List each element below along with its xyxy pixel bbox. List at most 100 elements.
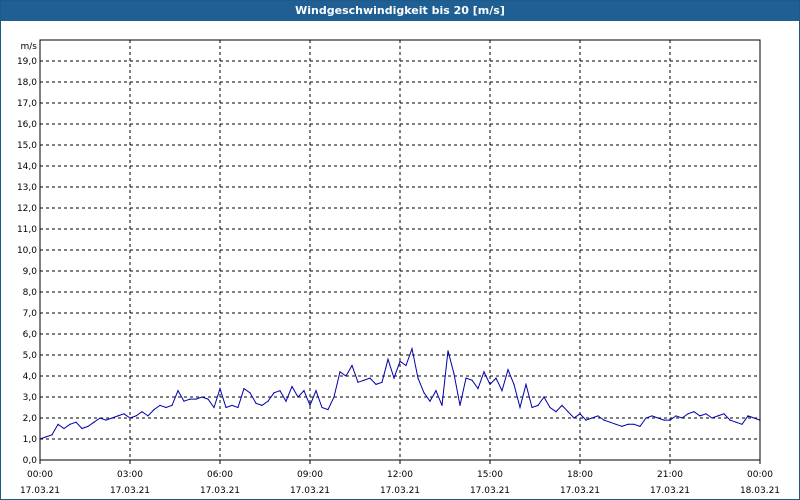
data-point (483, 371, 485, 373)
data-point (285, 400, 287, 402)
x-tick-time: 18:00 (567, 470, 593, 480)
data-point (195, 398, 197, 400)
x-tick-date: 17.03.21 (470, 486, 510, 496)
x-tick-time: 21:00 (657, 470, 683, 480)
data-point (159, 404, 161, 406)
x-tick-date: 17.03.21 (560, 486, 600, 496)
data-point (543, 396, 545, 398)
data-point (153, 409, 155, 411)
data-point (345, 375, 347, 377)
data-point (165, 406, 167, 409)
data-point (357, 381, 359, 383)
data-point (675, 415, 677, 417)
data-point (177, 390, 179, 392)
x-tick-date: 17.03.21 (20, 486, 60, 496)
data-point (633, 423, 635, 425)
data-point (321, 406, 323, 409)
chart-title: Windgeschwindigkeit bis 20 [m/s] (1, 1, 799, 21)
data-point (99, 417, 101, 419)
data-point (147, 415, 149, 417)
data-point (681, 417, 683, 419)
data-point (399, 360, 401, 362)
data-point (129, 417, 131, 419)
data-point (81, 427, 83, 430)
x-tick-date: 17.03.21 (110, 486, 150, 496)
data-point (267, 400, 269, 402)
data-point (297, 396, 299, 398)
data-point (363, 379, 365, 381)
data-point (387, 358, 389, 360)
y-tick-label: 2,0 (23, 414, 38, 424)
data-point (93, 421, 95, 423)
data-point (243, 388, 245, 390)
data-point (183, 400, 185, 402)
data-point (585, 419, 587, 421)
y-tick-label: 17,0 (17, 99, 37, 109)
data-point (705, 413, 707, 415)
x-tick-time: 09:00 (297, 470, 323, 480)
y-tick-label: 18,0 (17, 78, 37, 88)
data-point (135, 415, 137, 417)
data-point (237, 406, 239, 409)
data-point (225, 406, 227, 409)
x-tick-date: 17.03.21 (380, 486, 420, 496)
data-point (123, 413, 125, 415)
wind-speed-chart: 0,0 1,0 2,0 3,0 4,0 5,0 6,0 7,0 8,0 9,0 10,0 11,0 12… (17, 39, 780, 496)
data-point (615, 423, 617, 425)
data-point (621, 425, 623, 427)
y-tick-label: 16,0 (17, 120, 37, 130)
data-point (657, 417, 659, 419)
data-point (333, 396, 335, 398)
data-point (549, 406, 551, 409)
data-point (465, 377, 467, 379)
x-tick-time: 00:00 (27, 470, 53, 480)
data-point (423, 392, 425, 394)
data-point (591, 417, 593, 419)
grid-lines (40, 40, 760, 460)
data-point (273, 392, 275, 394)
data-point (453, 373, 455, 375)
data-point (753, 417, 755, 419)
data-point (411, 348, 413, 350)
x-tick-time: 00:00 (747, 470, 773, 480)
y-tick-label: 6,0 (23, 330, 38, 340)
data-point (111, 417, 113, 419)
y-tick-label: 4,0 (23, 372, 38, 382)
data-point (171, 404, 173, 406)
data-point (519, 406, 521, 409)
y-tick-label: 8,0 (23, 288, 38, 298)
data-point (189, 398, 191, 400)
x-axis-ticks: 00:00 17.03.21 03:00 17.03.21 06:00 17.03.21 0… (20, 460, 780, 496)
data-point (63, 427, 65, 430)
data-point (201, 396, 203, 398)
x-tick-time: 12:00 (387, 470, 413, 480)
data-point (57, 423, 59, 425)
data-point (579, 413, 581, 415)
data-point (525, 383, 527, 385)
data-point (477, 388, 479, 390)
data-point (663, 419, 665, 421)
y-axis-label: m/s (21, 42, 38, 52)
x-tick-date: 18.03.21 (740, 486, 780, 496)
data-point (531, 406, 533, 409)
data-point (141, 411, 143, 413)
data-point (393, 377, 395, 379)
data-point (567, 411, 569, 413)
data-point (627, 423, 629, 425)
data-point (315, 390, 317, 392)
data-point (699, 415, 701, 417)
y-tick-label: 3,0 (23, 393, 38, 403)
data-point (735, 421, 737, 423)
data-point (117, 415, 119, 417)
data-point (69, 423, 71, 425)
data-point (603, 419, 605, 421)
data-point (609, 421, 611, 423)
data-point (213, 406, 215, 409)
data-point (723, 413, 725, 415)
data-point (87, 425, 89, 427)
data-point (711, 417, 713, 419)
data-point (495, 377, 497, 379)
data-point (381, 381, 383, 383)
y-tick-label: 13,0 (17, 183, 37, 193)
data-point (75, 421, 77, 423)
